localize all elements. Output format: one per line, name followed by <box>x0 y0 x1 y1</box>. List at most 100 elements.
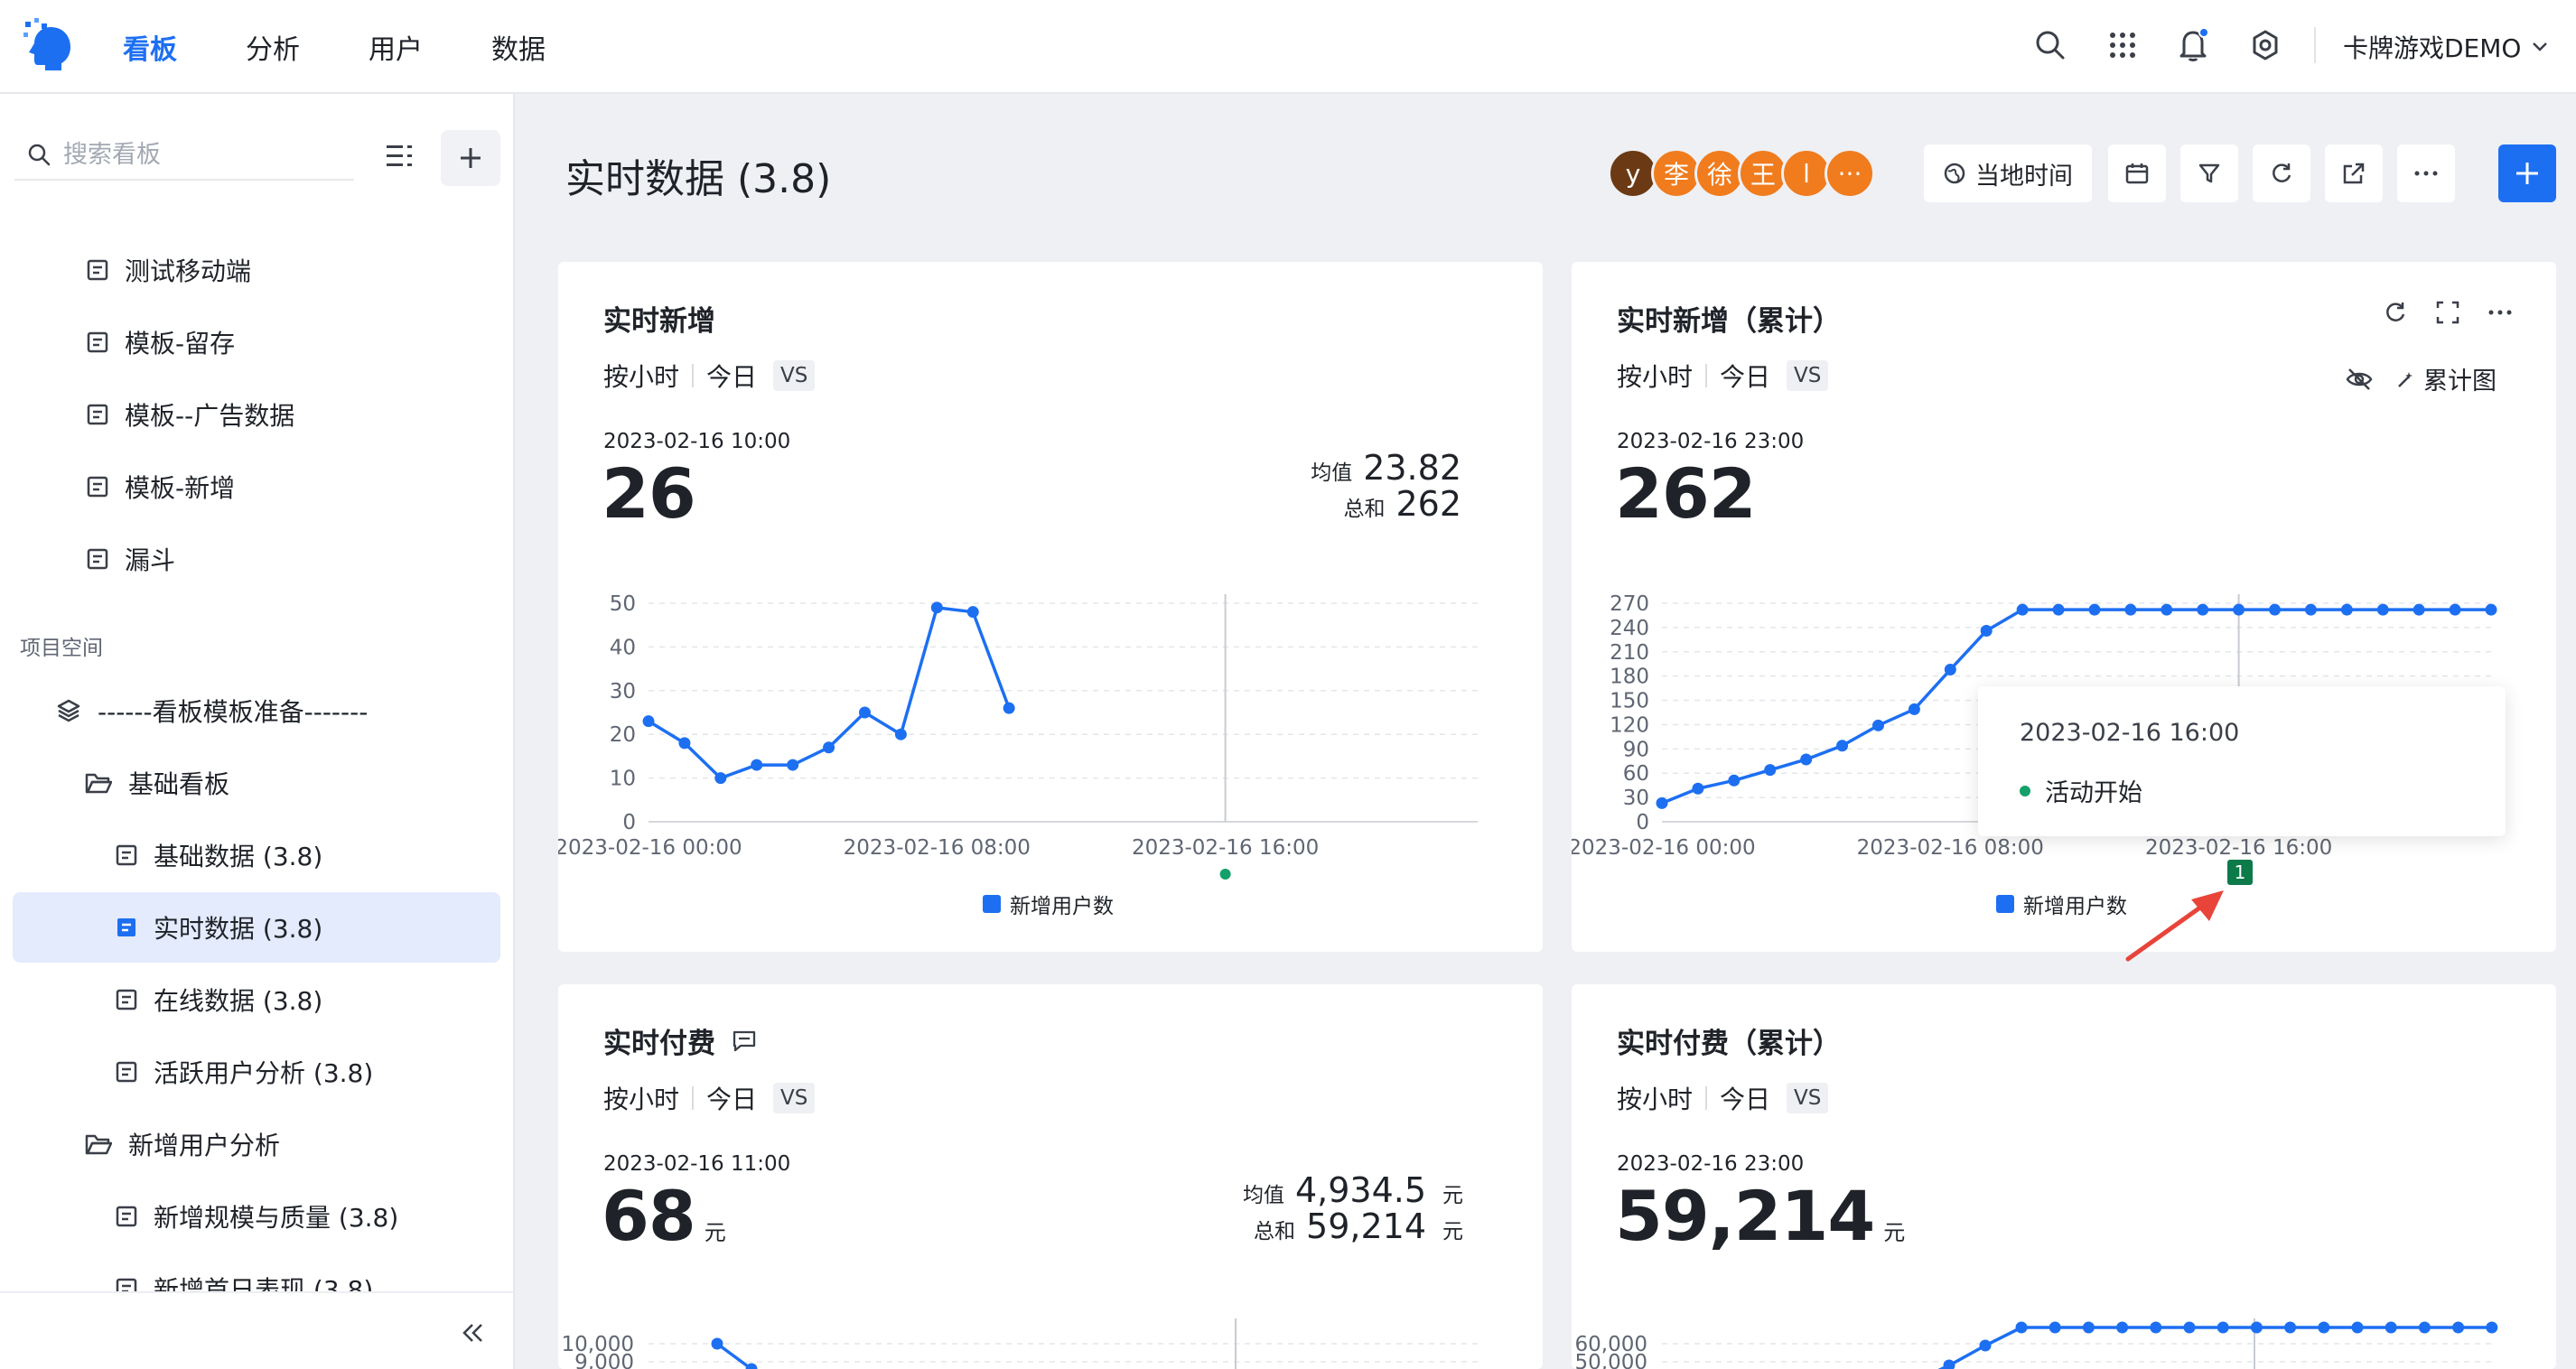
chart-legend[interactable]: 新增用户数 <box>983 889 1114 919</box>
data-point <box>1943 1359 1955 1369</box>
bell-icon[interactable] <box>2173 25 2213 65</box>
data-point <box>2269 603 2282 616</box>
event-marker-dot <box>1219 869 1231 880</box>
sidebar-item-new-scale[interactable]: 新增规模与质量 (3.8) <box>116 1181 398 1252</box>
y-tick-label: 120 <box>1610 713 1649 737</box>
nav-tab-users[interactable]: 用户 <box>369 27 423 67</box>
sidebar-group-label: ------看板模板准备------- <box>98 697 369 727</box>
line-chart-realtime-new-cumulative[interactable]: 0306090120150180210240270 2023-02-16 00:0… <box>1572 262 2556 952</box>
data-point <box>2413 603 2425 616</box>
line-chart-realtime-new[interactable]: 0 10 20 30 40 50 2023-02-16 00:00 2023-02-16 08… <box>558 262 1543 952</box>
page-title: 实时数据 (3.8) <box>565 156 832 202</box>
search-icon[interactable] <box>2030 25 2070 65</box>
sidebar-search-input[interactable] <box>63 140 334 169</box>
dashboard-sidebar: 测试移动端 模板-留存 模板--广告数据 模板-新增 漏斗 项目空间 -----… <box>0 94 515 1369</box>
data-point <box>751 759 763 771</box>
data-point <box>1871 719 1884 731</box>
y-tick-label: 150 <box>1610 690 1649 713</box>
folder-open-icon <box>85 773 112 794</box>
event-marker[interactable]: 1 <box>2227 860 2253 885</box>
data-point <box>2351 1321 2364 1334</box>
globe-icon <box>1944 163 1965 184</box>
y-tick-label: 50,000 <box>1575 1351 1647 1369</box>
share-button[interactable] <box>2325 144 2383 202</box>
sidebar-item-template-new[interactable]: 模板-新增 <box>87 452 235 522</box>
chart-legend[interactable]: 新增用户数 <box>1996 889 2127 919</box>
legend-swatch <box>1996 895 2014 913</box>
top-divider <box>2314 27 2316 63</box>
data-point <box>2449 603 2461 616</box>
x-tick-label: 2023-02-16 16:00 <box>1132 836 1319 860</box>
data-point <box>1003 702 1015 714</box>
chart-card-realtime-new-cumulative: 实时新增（累计） 按小时 今日 VS 累计图 2023-02-16 23:00 … <box>1572 262 2556 952</box>
nav-tab-analysis[interactable]: 分析 <box>246 27 300 67</box>
nav-tab-data[interactable]: 数据 <box>491 27 546 67</box>
project-switcher[interactable]: 卡牌游戏DEMO <box>2343 29 2548 65</box>
sidebar-item-online-data[interactable]: 在线数据 (3.8) <box>116 964 322 1035</box>
project-space-heading: 项目空间 <box>20 637 103 660</box>
sidebar-item-funnel[interactable]: 漏斗 <box>87 524 175 594</box>
data-point <box>2452 1321 2465 1334</box>
tooltip-event-label: 活动开始 <box>2045 779 2142 807</box>
line-chart-realtime-pay[interactable]: 10,0009,000 <box>558 984 1543 1369</box>
data-point <box>1980 624 1993 637</box>
brand-logo[interactable] <box>23 18 76 72</box>
sidebar-item-template-ads[interactable]: 模板--广告数据 <box>87 379 294 450</box>
y-tick-label: 0 <box>1636 811 1649 834</box>
dashboard-doc-icon <box>87 404 108 425</box>
sidebar-folder-new-users[interactable]: 新增用户分析 <box>85 1109 280 1179</box>
sidebar-item-active-users[interactable]: 活跃用户分析 (3.8) <box>116 1037 373 1107</box>
filter-button[interactable] <box>2180 144 2238 202</box>
series-line <box>715 1342 753 1369</box>
data-point <box>2304 603 2317 616</box>
y-tick-label: 40 <box>610 636 636 659</box>
collapse-sidebar-icon[interactable] <box>453 1313 493 1353</box>
data-point <box>678 737 691 750</box>
x-tick-label: 2023-02-16 08:00 <box>1857 836 2044 860</box>
chart-card-realtime-new: 实时新增 按小时 今日 VS 2023-02-16 10:00 26 均值 23.… <box>558 262 1543 952</box>
data-point <box>642 715 655 728</box>
sidebar-folder-label: 新增用户分析 <box>128 1131 281 1160</box>
add-dashboard-button[interactable] <box>441 130 500 186</box>
gear-icon[interactable] <box>2245 25 2285 65</box>
calendar-button[interactable] <box>2108 144 2166 202</box>
sidebar-item-realtime-data[interactable]: 实时数据 (3.8) <box>13 892 500 963</box>
y-tick-label: 270 <box>1610 592 1649 616</box>
list-view-button[interactable] <box>379 135 421 177</box>
dashboard-doc-icon <box>87 548 108 570</box>
nav-tab-dashboard[interactable]: 看板 <box>123 27 177 67</box>
sidebar-folder-basic[interactable]: 基础看板 <box>85 748 229 818</box>
apps-grid-icon[interactable] <box>2103 25 2142 65</box>
sidebar-item-label: 模板-留存 <box>125 329 236 359</box>
avatar-more[interactable]: ··· <box>1825 148 1875 199</box>
y-tick-label: 60 <box>1623 762 1649 786</box>
line-chart-realtime-pay-cumulative[interactable]: 60,00050,000 <box>1572 984 2556 1369</box>
add-chart-button[interactable] <box>2498 144 2556 202</box>
dashboard-doc-icon <box>116 989 137 1010</box>
refresh-button[interactable] <box>2253 144 2310 202</box>
series-line <box>1937 1326 2492 1369</box>
sidebar-item-basic-data[interactable]: 基础数据 (3.8) <box>116 820 322 890</box>
data-point <box>1728 774 1741 787</box>
data-point <box>2418 1321 2431 1334</box>
timezone-button[interactable]: 当地时间 <box>1924 144 2092 202</box>
y-tick-label: 90 <box>1623 738 1649 761</box>
sidebar-group-templates[interactable]: ------看板模板准备------- <box>56 675 368 746</box>
data-point <box>2124 603 2137 616</box>
sidebar-item-label: 模板--广告数据 <box>125 401 295 431</box>
data-point <box>2088 603 2101 616</box>
data-point <box>2015 1321 2028 1334</box>
x-tick-label: 2023-02-16 00:00 <box>1572 836 1756 860</box>
data-point <box>2385 1321 2397 1334</box>
data-point <box>930 601 943 614</box>
sidebar-item-template-retention[interactable]: 模板-留存 <box>87 307 235 377</box>
data-point <box>1836 740 1849 752</box>
sidebar-item-label: 实时数据 (3.8) <box>154 914 323 944</box>
data-point <box>1944 663 1956 675</box>
sidebar-item-test-mobile[interactable]: 测试移动端 <box>87 235 251 305</box>
more-button[interactable] <box>2397 144 2455 202</box>
layers-icon <box>57 699 80 722</box>
data-point <box>1692 782 1704 795</box>
data-point <box>1764 764 1777 777</box>
legend-label: 新增用户数 <box>2023 895 2127 918</box>
